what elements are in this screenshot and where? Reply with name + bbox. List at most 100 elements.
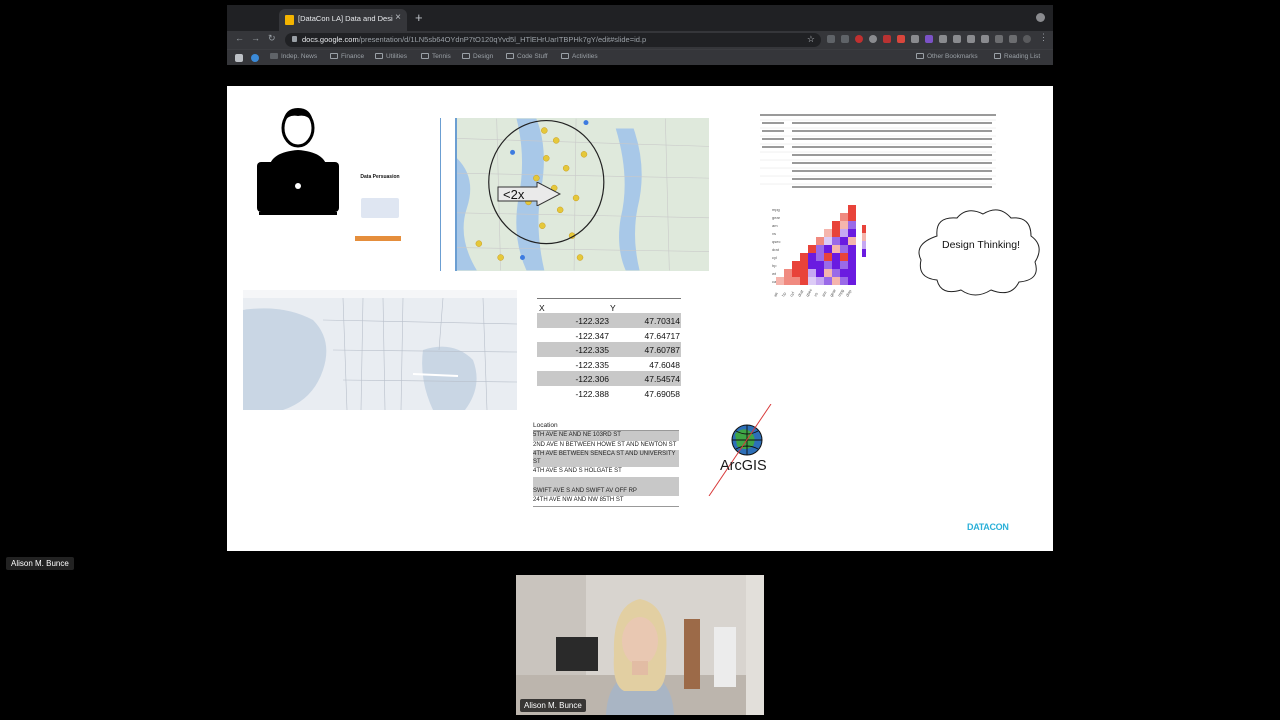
svg-text:vs: vs [813, 292, 819, 298]
extension-icon[interactable] [827, 35, 835, 43]
forward-arrow-icon[interactable]: → [251, 33, 260, 43]
window-close-icon[interactable] [1036, 13, 1045, 22]
folder-icon [375, 53, 383, 59]
video-name-tag: Alison M. Bunce [520, 699, 586, 712]
table-row: -122.335 47.60787 [537, 342, 681, 357]
table-header: X Y [537, 298, 681, 313]
folder-icon [916, 53, 924, 59]
address-bar[interactable]: docs.google.com/presentation/d/1LN5sb64O… [285, 33, 821, 47]
svg-text:qsec: qsec [772, 239, 780, 244]
bookmark-design[interactable]: Design [462, 53, 493, 60]
extension-icons: ⋮ [827, 32, 1048, 45]
cell-x: -122.347 [575, 330, 609, 341]
location-row: SWIFT AVE S AND SWIFT AV OFF RP [533, 486, 679, 496]
bookmark-label: Utilities [386, 53, 407, 60]
extension-icon[interactable] [897, 35, 905, 43]
reading-list-icon [994, 53, 1001, 59]
slides-favicon-icon [285, 15, 294, 25]
reload-icon[interactable]: ↻ [268, 33, 276, 44]
bookmark-star-icon[interactable]: ☆ [807, 34, 815, 45]
extension-icon[interactable] [939, 35, 947, 43]
cell-y: 47.64717 [644, 330, 680, 341]
svg-text:gear: gear [772, 215, 781, 220]
extension-icon[interactable] [841, 35, 849, 43]
url-host: docs.google.com [302, 35, 359, 44]
edge-icon[interactable] [251, 54, 259, 62]
browser-toolbar: ← → ↻ docs.google.com/presentation/d/1LN… [227, 31, 1053, 49]
puzzle-icon[interactable] [1009, 35, 1017, 43]
design-thinking-cloud-shape [918, 209, 1040, 296]
folder-icon [506, 53, 514, 59]
map-panel-edge [440, 118, 455, 271]
apps-grid-icon[interactable] [235, 54, 243, 62]
table-row: -122.323 47.70314 [537, 313, 681, 328]
bookmarks-bar: Indep. News Finance Utilities Tennis Des… [227, 49, 1053, 65]
menu-kebab-icon[interactable]: ⋮ [1039, 32, 1048, 43]
camera-icon[interactable] [981, 35, 989, 43]
participant-name-tag: Alison M. Bunce [6, 557, 74, 570]
bookmark-label: Activities [572, 53, 598, 60]
svg-text:cyl: cyl [789, 291, 796, 298]
bookmark-label: Indep. News [281, 53, 318, 60]
cell-x: -122.306 [575, 374, 609, 385]
extension-icon[interactable] [967, 35, 975, 43]
cell-y: 47.60787 [644, 345, 680, 356]
cell-y: 47.69058 [644, 388, 680, 399]
tab-slides[interactable]: [DataCon LA] Data and Design × [279, 9, 407, 31]
reading-list[interactable]: Reading List [994, 53, 1040, 60]
tab-close-icon[interactable]: × [395, 12, 401, 23]
bookmark-activities[interactable]: Activities [561, 53, 598, 60]
svg-text:am: am [821, 290, 828, 298]
correlation-table-image [760, 114, 996, 188]
bookmark-code-stuff[interactable]: Code Stuff [506, 53, 548, 60]
extension-icon[interactable] [995, 35, 1003, 43]
bookmark-finance[interactable]: Finance [330, 53, 364, 60]
coordinates-table: X Y -122.323 47.70314 -122.347 47.64717 -1… [537, 298, 681, 401]
back-arrow-icon[interactable]: ← [235, 33, 244, 43]
location-header: Location [533, 421, 679, 431]
other-bookmarks[interactable]: Other Bookmarks [916, 53, 978, 60]
mini-doc-button [355, 236, 401, 241]
svg-text:wt: wt [772, 271, 777, 276]
table-row: -122.388 47.69058 [537, 386, 681, 401]
svg-text:wt: wt [773, 291, 780, 298]
presentation-slide: Data Persuasion <2x mpg gear am vs qsec … [227, 86, 1053, 551]
tab-strip: [DataCon LA] Data and Design × + [227, 5, 1053, 31]
cell-x: -122.388 [575, 388, 609, 399]
callout-label: <2x [503, 187, 525, 202]
new-tab-button[interactable]: + [415, 10, 423, 25]
location-row: 24TH AVE NW AND NW 85TH ST [533, 496, 679, 507]
bookmark-indep-news[interactable]: Indep. News [270, 53, 317, 60]
bookmark-tennis[interactable]: Tennis [421, 53, 451, 60]
bookmark-utilities[interactable]: Utilities [375, 53, 407, 60]
cell-x: -122.335 [575, 359, 609, 370]
cell-x: -122.323 [575, 316, 609, 326]
svg-text:mpg: mpg [772, 207, 780, 212]
cloud-label: Design Thinking! [941, 239, 1021, 251]
folder-icon [561, 53, 569, 59]
svg-text:qsec: qsec [805, 288, 814, 298]
person-laptop-icon [257, 108, 339, 215]
bookmark-label: Design [473, 53, 494, 60]
svg-text:disp: disp [845, 288, 853, 298]
extension-icon[interactable] [869, 35, 877, 43]
bookmark-label: Tennis [432, 53, 451, 60]
extension-icon[interactable] [883, 35, 891, 43]
svg-text:hp: hp [781, 290, 788, 297]
extension-icon[interactable] [953, 35, 961, 43]
profile-avatar-icon[interactable] [1023, 35, 1031, 43]
folder-icon [462, 53, 470, 59]
svg-text:hp: hp [772, 263, 777, 268]
cell-x: -122.335 [575, 345, 609, 356]
correlation-heatmap: mpggearam vsqsecdrat cylhpwtcarb wt hp c… [772, 205, 866, 298]
header-y: Y [610, 303, 616, 313]
adblock-icon[interactable] [855, 35, 863, 43]
participant-video-feed [516, 575, 764, 715]
location-row [533, 476, 679, 487]
extension-icon[interactable] [925, 35, 933, 43]
extension-icon[interactable] [911, 35, 919, 43]
bookmark-label: Finance [341, 53, 365, 60]
datacon-logo: DATACON [967, 522, 1009, 532]
svg-text:am: am [772, 223, 778, 228]
location-row: 4TH AVE BETWEEN SENECA ST AND UNIVERSITY… [533, 450, 679, 467]
